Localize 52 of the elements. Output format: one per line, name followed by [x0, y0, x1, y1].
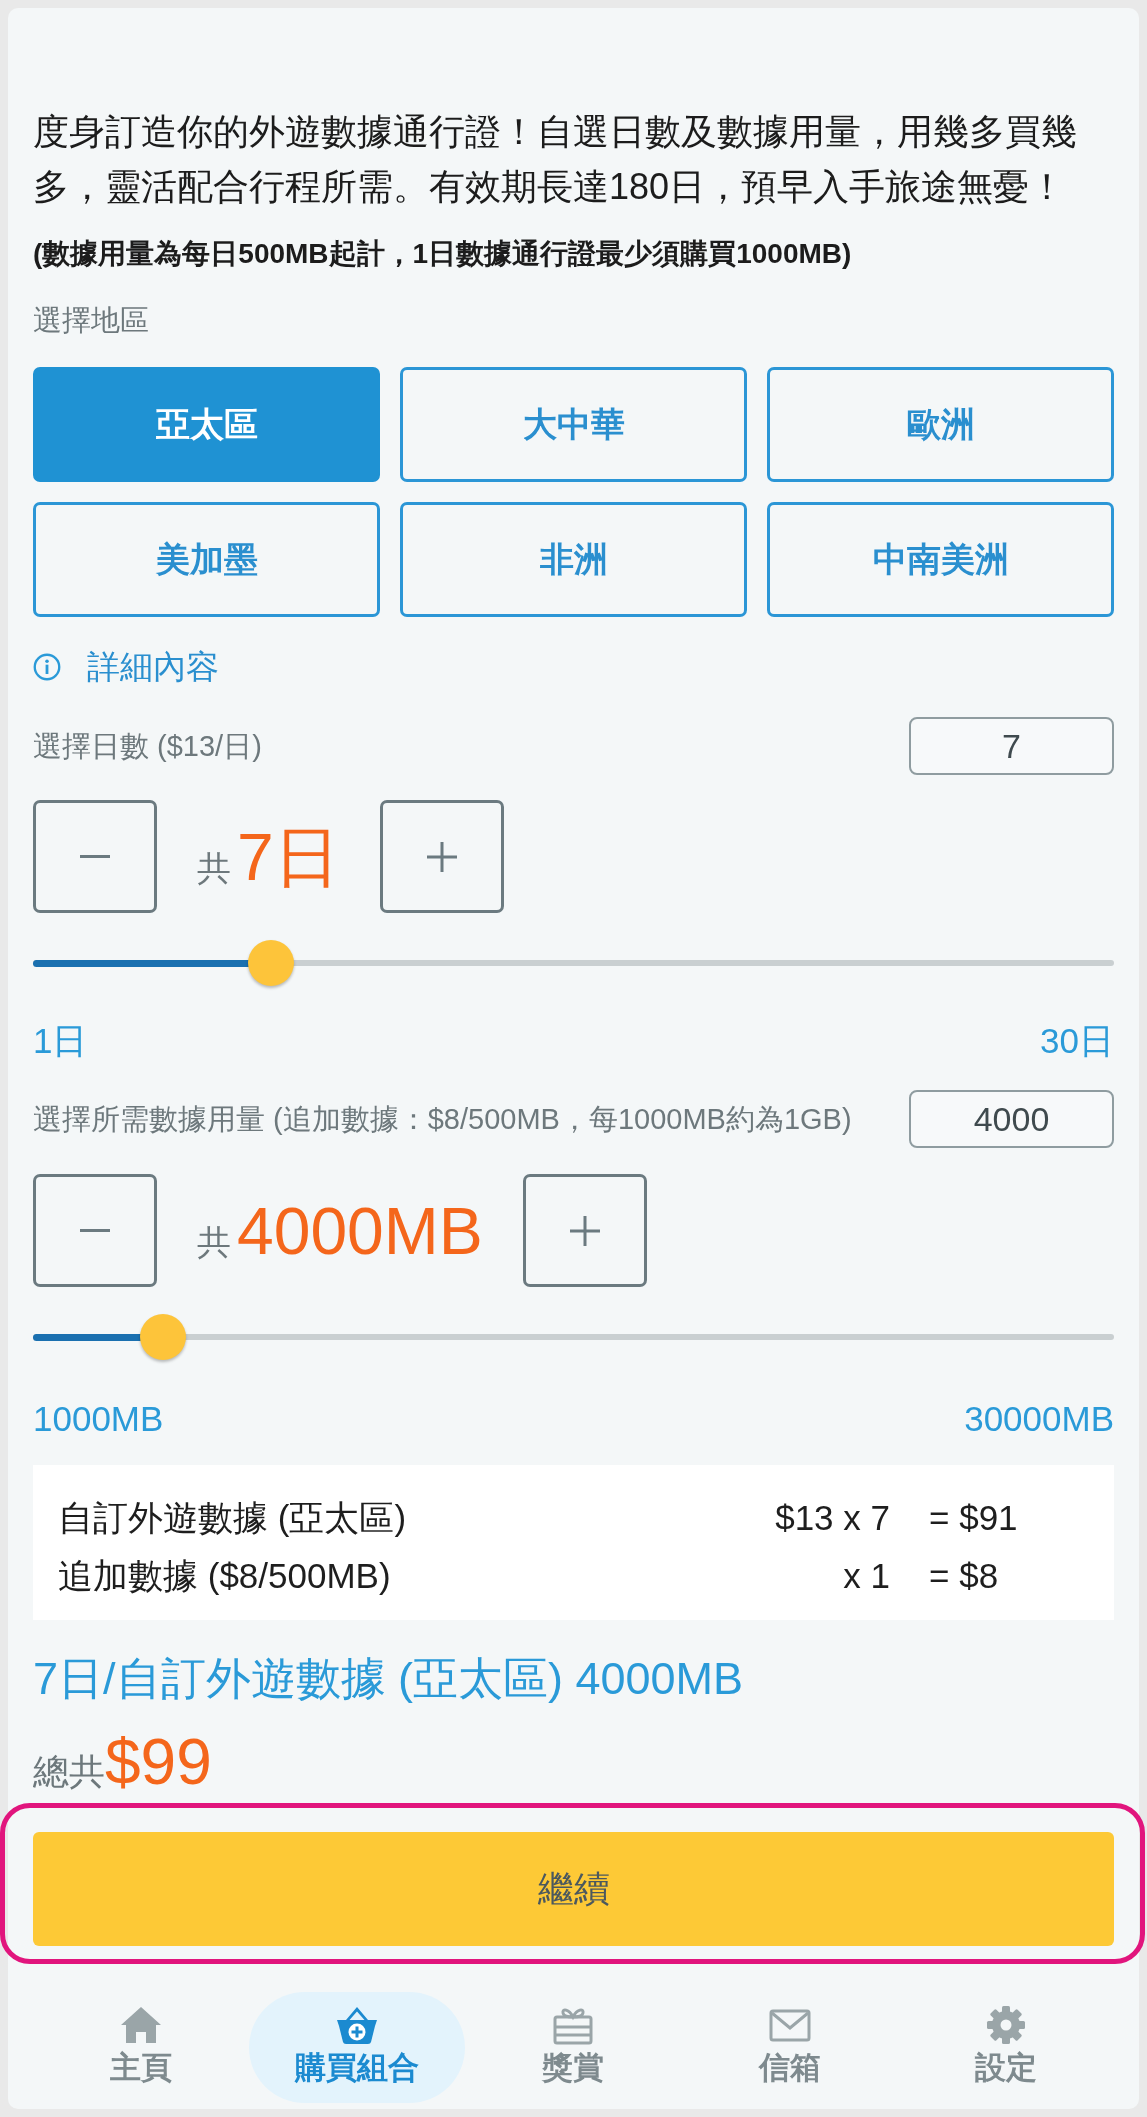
quantity-total: 7日 [237, 818, 340, 895]
line-item-name: 追加數據 ($8/500MB) [58, 1556, 392, 1596]
quantity-prefix: 共 [197, 1221, 231, 1263]
plus-icon [426, 841, 457, 872]
region-button[interactable]: 歐洲 [767, 367, 1114, 482]
decrease-button[interactable] [33, 800, 157, 913]
total-amount: $99 [105, 1726, 212, 1798]
region-button[interactable]: 非洲 [400, 502, 747, 617]
basket-icon [335, 2005, 380, 2045]
line-item-quantity: $13 x 7 [775, 1498, 890, 1538]
slider-thumb[interactable] [247, 940, 294, 986]
region-button[interactable]: 大中華 [400, 367, 747, 482]
slider-thumb[interactable] [139, 1314, 186, 1360]
increase-button[interactable] [522, 1174, 647, 1287]
range-max-label: 30日 [1040, 1021, 1114, 1061]
details-link[interactable]: 詳細內容 [33, 647, 219, 687]
region-button[interactable]: 美加墨 [33, 502, 380, 617]
intro-text: 度身訂造你的外遊數據通行證！自選日數及數據用量，用幾多買幾多，靈活配合行程所需。有效期長達180日，預早入手旅途無憂！ [33, 110, 1078, 209]
increase-button[interactable] [379, 800, 504, 913]
gift-icon [551, 2005, 596, 2045]
minus-icon [80, 855, 110, 858]
continue-button[interactable]: 繼續 [33, 1832, 1114, 1946]
quantity-total: 4000MB [237, 1192, 483, 1269]
plus-icon [569, 1215, 600, 1246]
line-item-quantity: x 1 [842, 1556, 890, 1596]
info-icon [33, 653, 61, 681]
line-item-amount: = $8 [929, 1556, 1000, 1596]
nav-tab[interactable]: 主頁 [33, 1992, 250, 2103]
days-input[interactable]: 7 [909, 717, 1114, 775]
data-input[interactable]: 4000 [909, 1090, 1114, 1148]
plan-summary: 7日/自訂外遊數據 (亞太區) 4000MB [33, 1653, 745, 1705]
line-item-amount: = $91 [929, 1498, 1019, 1538]
range-min-label: 1000MB [33, 1399, 164, 1439]
range-min-label: 1日 [33, 1021, 88, 1061]
minus-icon [80, 1229, 110, 1232]
days-label: 選擇日數 ($13/日) [33, 729, 262, 764]
quantity-prefix: 共 [197, 847, 231, 889]
region-label: 選擇地區 [33, 303, 149, 338]
line-item-name: 自訂外遊數據 (亞太區) [58, 1498, 408, 1538]
decrease-button[interactable] [33, 1174, 157, 1287]
nav-tab[interactable]: 信箱 [681, 1992, 898, 2103]
nav-tab[interactable]: 設定 [897, 1992, 1114, 2103]
note-text: (數據用量為每日500MB起計，1日數據通行證最少須購買1000MB) [33, 237, 853, 271]
region-button[interactable]: 中南美洲 [767, 502, 1114, 617]
data-slider[interactable] [33, 1313, 1114, 1361]
region-button[interactable]: 亞太區 [33, 367, 380, 482]
data-label: 選擇所需數據用量 (追加數據：$8/500MB，每1000MB約為1GB) [33, 1102, 852, 1137]
total-label: 總共 [33, 1750, 105, 1794]
days-slider[interactable] [33, 939, 1114, 987]
nav-tab[interactable]: 購買組合 [249, 1992, 466, 2103]
range-max-label: 30000MB [964, 1399, 1114, 1439]
nav-tab[interactable]: 獎賞 [465, 1992, 682, 2103]
